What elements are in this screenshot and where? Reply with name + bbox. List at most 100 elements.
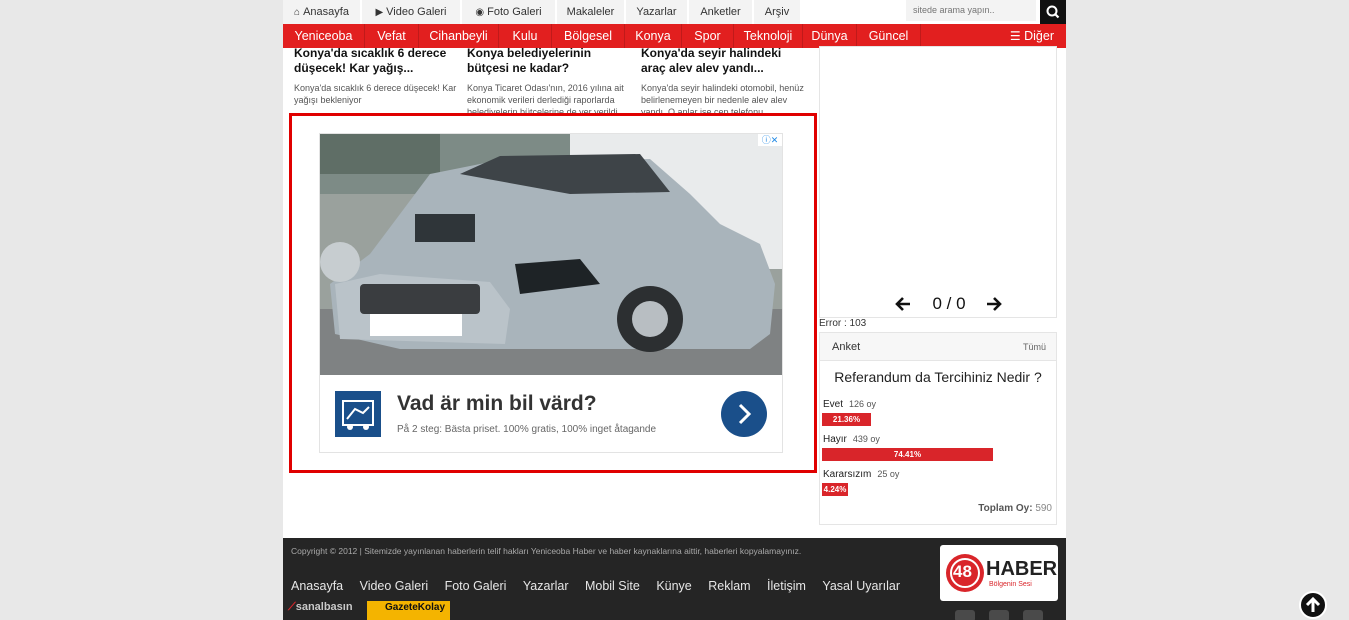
top-nav: ⌂ Anasayfa ▶ Video Galeri ◉ Foto Galeri Mak…: [283, 0, 1066, 24]
gazetekolay-label: GazeteKolay: [385, 602, 446, 613]
footer-link-home[interactable]: Anasayfa: [291, 579, 343, 593]
video-icon: ▶: [375, 7, 384, 18]
poll-option-votes: 439 oy: [852, 434, 880, 444]
arrow-right-icon: [987, 297, 1002, 311]
slider-counter: 0 / 0: [932, 294, 966, 313]
rss-icon[interactable]: [1023, 610, 1043, 620]
footer-link-mobile[interactable]: Mobil Site: [585, 579, 640, 593]
news-item[interactable]: Konya belediyelerinin bütçesi ne kadar? …: [467, 46, 633, 122]
menu-item-dunya[interactable]: Dünya: [803, 24, 857, 48]
footer-link-authors[interactable]: Yazarlar: [523, 579, 569, 593]
ad-logo: [335, 391, 381, 437]
menu-item-bolgesel[interactable]: Bölgesel: [552, 24, 625, 48]
site-logo[interactable]: 48 HABER Bölgenin Sesi: [940, 545, 1058, 601]
footer-link-photo[interactable]: Foto Galeri: [445, 579, 507, 593]
menu-item-vefat[interactable]: Vefat: [365, 24, 419, 48]
news-desc: Konya'da sıcaklık 6 derece düşecek! Kar …: [294, 83, 457, 105]
poll-result-percent: 21.36%: [832, 415, 861, 424]
ad-cta-button[interactable]: [721, 391, 767, 437]
news-title[interactable]: Konya'da sıcaklık 6 derece düşecek! Kar …: [294, 46, 460, 76]
search-icon: [1046, 5, 1060, 19]
menu-item-konya[interactable]: Konya: [625, 24, 682, 48]
topnav-archive[interactable]: Arşiv: [754, 0, 801, 24]
menu-more-button[interactable]: ☰ Diğer: [1010, 24, 1054, 48]
error-message: Error : 103: [819, 318, 867, 329]
topnav-home-label: Anasayfa: [303, 6, 349, 18]
logo-slogan: Bölgenin Sesi: [989, 581, 1032, 588]
twitter-icon[interactable]: [989, 610, 1009, 620]
arrow-left-icon: [895, 297, 910, 311]
poll-option-label: Kararsızım: [823, 469, 872, 480]
footer-link-legal[interactable]: Yasal Uyarılar: [822, 579, 900, 593]
poll-result-percent: 74.41%: [893, 450, 922, 459]
sanalbasin-label: sanalbasın: [295, 601, 353, 613]
poll-option-votes: 25 oy: [877, 469, 900, 479]
footer-links: Anasayfa Video Galeri Foto Galeri Yazarl…: [291, 577, 912, 595]
news-item[interactable]: Konya'da sıcaklık 6 derece düşecek! Kar …: [294, 46, 460, 122]
car-photo[interactable]: ⓘ✕: [320, 134, 782, 375]
footer-link-ads[interactable]: Reklam: [708, 579, 750, 593]
footer-link-contact[interactable]: İletişim: [767, 579, 806, 593]
ad-subtitle: På 2 steg: Bästa priset. 100% gratis, 10…: [397, 424, 657, 435]
car-lift-icon: [342, 400, 374, 430]
sanalbasin-badge[interactable]: ⟋sanalbasın: [288, 601, 366, 620]
news-title[interactable]: Konya'da seyir halindeki araç alev alev …: [641, 46, 807, 76]
topnav-photo-gallery[interactable]: ◉ Foto Galeri: [462, 0, 556, 24]
topnav-photo-label: Foto Galeri: [487, 6, 542, 18]
poll-option-label: Evet: [823, 399, 844, 410]
poll-all-link[interactable]: Tümü: [1023, 342, 1046, 352]
logo-text: HABER: [986, 558, 1058, 580]
slider-next-button[interactable]: [986, 297, 1002, 316]
poll-total: Toplam Oy: 590: [978, 503, 1052, 514]
menu-item-spor[interactable]: Spor: [682, 24, 734, 48]
footer-link-imprint[interactable]: Künye: [656, 579, 691, 593]
page: ⌂ Anasayfa ▶ Video Galeri ◉ Foto Galeri Mak…: [283, 0, 1066, 620]
flame-icon: ⟋: [288, 601, 296, 613]
scroll-to-top-button[interactable]: [1299, 591, 1327, 619]
topnav-authors[interactable]: Yazarlar: [626, 0, 688, 24]
home-icon: ⌂: [294, 7, 301, 18]
poll-result-bar: 74.41%: [822, 448, 993, 461]
menu-item-cihanbeyli[interactable]: Cihanbeyli: [419, 24, 499, 48]
poll-option[interactable]: Hayır 439 oy: [823, 434, 880, 445]
menu-item-teknoloji[interactable]: Teknoloji: [734, 24, 803, 48]
topnav-video-label: Video Galeri: [386, 6, 447, 18]
poll-result-percent: 4.24%: [823, 485, 847, 494]
facebook-icon[interactable]: [955, 610, 975, 620]
poll-total-label: Toplam Oy:: [978, 503, 1033, 514]
category-menu: Yeniceoba Vefat Cihanbeyli Kulu Bölgesel…: [283, 24, 1066, 48]
menu-item-guncel[interactable]: Güncel: [857, 24, 921, 48]
footer: Copyright © 2012 | Sitemizde yayınlanan …: [283, 538, 1066, 620]
topnav-video-gallery[interactable]: ▶ Video Galeri: [362, 0, 461, 24]
news-title[interactable]: Konya belediyelerinin bütçesi ne kadar?: [467, 46, 633, 76]
copyright-text: Copyright © 2012 | Sitemizde yayınlanan …: [291, 546, 802, 556]
poll-title: Anket: [832, 341, 861, 353]
ad-title[interactable]: Vad är min bil värd?: [397, 392, 597, 416]
poll-header: Anket Tümü: [820, 333, 1056, 361]
poll-option[interactable]: Kararsızım 25 oy: [823, 469, 899, 480]
topnav-articles[interactable]: Makaleler: [557, 0, 625, 24]
advertisement[interactable]: ⓘ✕ Vad är min bil värd? På 2 steg: Bästa…: [319, 133, 783, 453]
chevron-right-icon: [738, 403, 752, 425]
arrow-up-icon: [1305, 596, 1321, 612]
poll-total-value: 590: [1035, 503, 1052, 514]
poll-option[interactable]: Evet 126 oy: [823, 399, 876, 410]
gazetekolay-badge[interactable]: GazeteKolay: [367, 601, 450, 620]
poll-question: Referandum da Tercihiniz Nedir ?: [834, 369, 1042, 385]
footer-link-video[interactable]: Video Galeri: [360, 579, 429, 593]
menu-item-kulu[interactable]: Kulu: [499, 24, 552, 48]
sort-icon: ☰: [1009, 29, 1021, 43]
gallery-slider: [819, 46, 1057, 318]
menu-more-label: Diğer: [1024, 29, 1054, 43]
topnav-home[interactable]: ⌂ Anasayfa: [283, 0, 361, 24]
search-input[interactable]: [906, 0, 1036, 21]
slider-prev-button[interactable]: [895, 297, 911, 316]
poll-option-votes: 126 oy: [849, 399, 877, 409]
search-button[interactable]: [1040, 0, 1066, 24]
adchoices-icon[interactable]: ⓘ✕: [758, 134, 782, 146]
poll-result-bar: 21.36%: [822, 413, 871, 426]
menu-item-yeniceoba[interactable]: Yeniceoba: [283, 24, 365, 48]
topnav-polls[interactable]: Anketler: [689, 0, 753, 24]
news-item[interactable]: Konya'da seyir halindeki araç alev alev …: [641, 46, 807, 122]
poll-result-bar: 4.24%: [822, 483, 848, 496]
